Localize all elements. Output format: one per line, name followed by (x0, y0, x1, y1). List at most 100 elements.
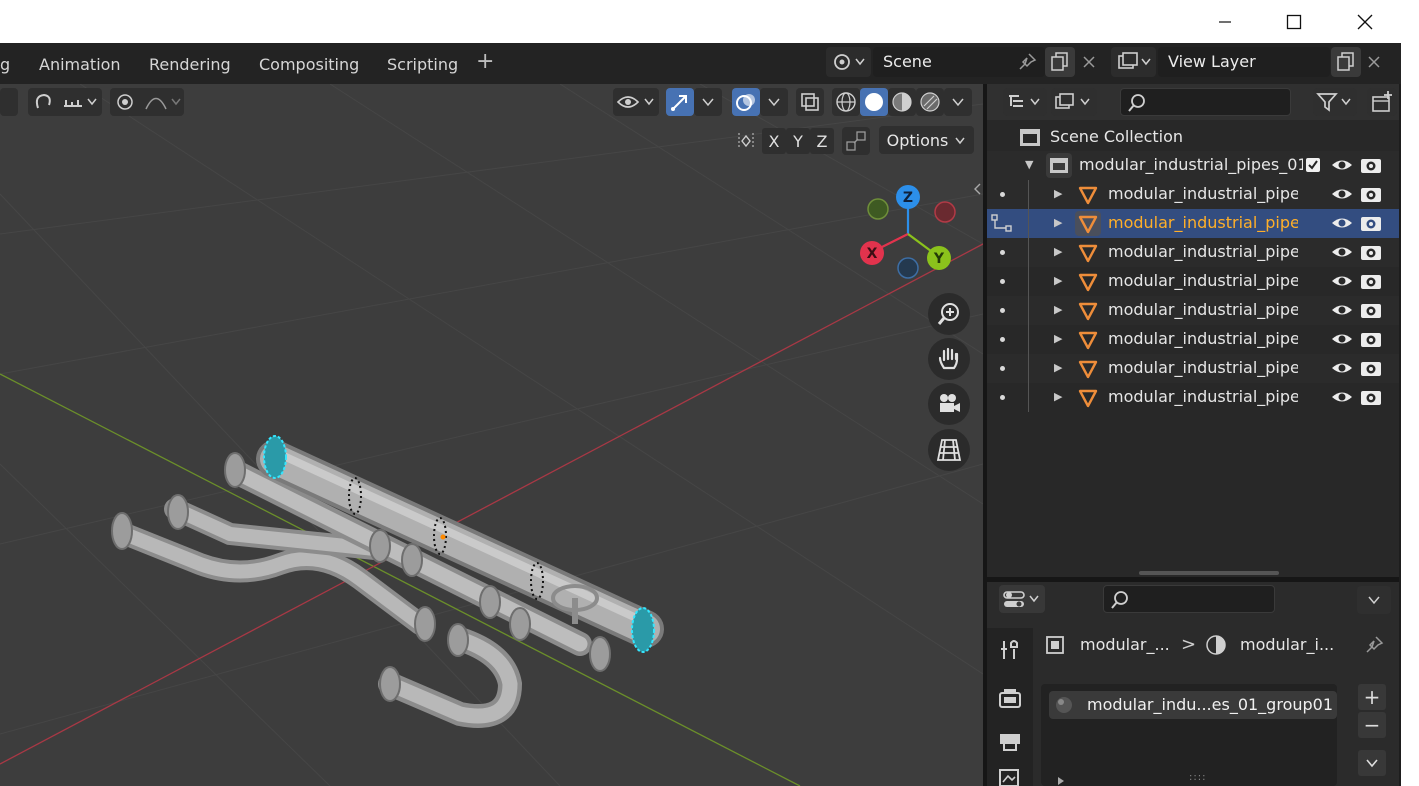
eye-icon[interactable] (1331, 156, 1353, 174)
outliner-object-row[interactable]: ▶ modular_industrial_pipes (987, 383, 1399, 412)
proportional-editing-toggle[interactable] (110, 88, 184, 116)
delete-scene-icon[interactable] (1082, 55, 1096, 69)
ortho-toggle-button[interactable] (928, 429, 970, 471)
eye-icon[interactable] (1331, 185, 1353, 203)
output-printer-icon[interactable] (998, 728, 1022, 752)
gizmo-dropdown[interactable] (694, 88, 722, 116)
display-mode-dropdown[interactable] (1003, 88, 1047, 116)
render-camera-icon[interactable] (1360, 214, 1382, 232)
pan-button[interactable] (928, 338, 970, 380)
filter-view-layer-dropdown[interactable] (1051, 88, 1097, 116)
shading-rendered[interactable] (916, 88, 944, 116)
render-icon[interactable] (998, 687, 1022, 711)
pin-icon[interactable] (1363, 634, 1385, 656)
outliner-object-row[interactable]: ▶ modular_industrial_pipes (987, 180, 1399, 209)
outliner-object-row[interactable]: ▶ modular_industrial_pipes (987, 238, 1399, 267)
outliner-object-row[interactable]: ▶ modular_industrial_pipes (987, 267, 1399, 296)
tab-layout-partial[interactable]: g (0, 55, 10, 74)
navigation-gizmo[interactable]: Z X Y (850, 179, 970, 279)
maximize-button[interactable] (1259, 0, 1329, 43)
outliner-object-row[interactable]: ▶ modular_industrial_pipes (987, 296, 1399, 325)
edit-mode-dot[interactable] (1000, 192, 1005, 197)
add-workspace-button[interactable]: + (476, 49, 494, 74)
new-collection-button[interactable] (1367, 88, 1397, 116)
snap-toggle[interactable] (28, 88, 102, 116)
tab-compositing[interactable]: Compositing (259, 55, 359, 74)
add-material-slot-button[interactable]: + (1358, 684, 1386, 710)
mirror-z-toggle[interactable]: Z (810, 128, 834, 154)
auto-merge-toggle[interactable] (842, 127, 870, 155)
pin-icon[interactable] (1016, 51, 1038, 73)
visibility-dropdown[interactable] (613, 88, 659, 116)
outliner-object-row[interactable]: ▶ modular_industrial_pipes (987, 354, 1399, 383)
expand-right-icon[interactable]: ▶ (1054, 390, 1062, 403)
zoom-button[interactable] (928, 293, 970, 335)
eye-icon[interactable] (1331, 359, 1353, 377)
overlays-toggle[interactable] (732, 88, 760, 116)
expand-right-icon[interactable]: ▶ (1054, 245, 1062, 258)
render-camera-icon[interactable] (1360, 330, 1382, 348)
gizmo-toggle[interactable] (666, 88, 694, 116)
render-camera-icon[interactable] (1360, 185, 1382, 203)
eye-icon[interactable] (1331, 301, 1353, 319)
remove-material-slot-button[interactable]: − (1358, 712, 1386, 738)
neg-z-axis-icon[interactable] (897, 257, 919, 279)
shading-dropdown[interactable] (944, 88, 972, 116)
editor-type-dropdown[interactable] (999, 585, 1045, 613)
expand-right-icon[interactable] (1056, 776, 1066, 786)
close-button[interactable] (1330, 0, 1400, 43)
render-camera-icon[interactable] (1360, 359, 1382, 377)
edit-mode-dot[interactable] (1000, 279, 1005, 284)
tab-animation[interactable]: Animation (39, 55, 121, 74)
outliner-object-row[interactable]: ▶ modular_industrial_pipes (987, 209, 1399, 238)
scene-collection-row[interactable]: Scene Collection (987, 123, 1399, 152)
expand-right-icon[interactable]: ▶ (1054, 187, 1062, 200)
edit-mode-dot[interactable] (1000, 308, 1005, 313)
properties-search-input[interactable] (1103, 585, 1275, 613)
edit-mode-dot[interactable] (1000, 250, 1005, 255)
tab-rendering[interactable]: Rendering (149, 55, 231, 74)
render-camera-icon[interactable] (1360, 272, 1382, 290)
xray-toggle[interactable] (796, 88, 824, 116)
delete-view-layer-icon[interactable] (1367, 55, 1381, 69)
render-camera-icon[interactable] (1360, 243, 1382, 261)
shading-material[interactable] (888, 88, 916, 116)
edit-mode-dot[interactable] (1000, 366, 1005, 371)
tool-wrench-icon[interactable] (998, 637, 1022, 661)
collection-row[interactable]: ▼ modular_industrial_pipes_01 (987, 151, 1399, 180)
eye-icon[interactable] (1331, 330, 1353, 348)
exclude-checkbox-icon[interactable] (1305, 157, 1321, 173)
properties-options-dropdown[interactable] (1357, 586, 1391, 614)
edit-mode-icon[interactable] (991, 214, 1013, 234)
material-slot-item[interactable]: modular_indu...es_01_group01 (1049, 691, 1337, 719)
shading-solid[interactable] (860, 88, 888, 116)
eye-icon[interactable] (1331, 214, 1353, 232)
tab-scripting[interactable]: Scripting (387, 55, 458, 74)
outliner-object-row[interactable]: ▶ modular_industrial_pipes (987, 325, 1399, 354)
neg-y-axis-icon[interactable] (867, 198, 889, 220)
expand-right-icon[interactable]: ▶ (1054, 361, 1062, 374)
pivot-point-dropdown[interactable] (0, 88, 18, 116)
3d-viewport[interactable]: X Y Z Options Z X Y (0, 84, 983, 786)
sidebar-collapse-icon[interactable] (972, 182, 982, 196)
expand-right-icon[interactable]: ▶ (1054, 216, 1062, 229)
outliner-scrollbar[interactable] (1139, 571, 1279, 575)
edit-mode-dot[interactable] (1000, 337, 1005, 342)
edit-mode-dot[interactable] (1000, 395, 1005, 400)
options-dropdown[interactable]: Options (879, 126, 974, 154)
view-layer-tab-icon[interactable] (998, 766, 1022, 786)
expand-right-icon[interactable]: ▶ (1054, 274, 1062, 287)
overlays-dropdown[interactable] (760, 88, 788, 116)
material-specials-dropdown[interactable] (1358, 750, 1386, 776)
expand-right-icon[interactable]: ▶ (1054, 332, 1062, 345)
render-camera-icon[interactable] (1360, 301, 1382, 319)
mirror-x-toggle[interactable]: X (762, 128, 786, 154)
eye-icon[interactable] (1331, 388, 1353, 406)
neg-x-axis-icon[interactable] (934, 201, 956, 223)
eye-icon[interactable] (1331, 243, 1353, 261)
filter-dropdown[interactable] (1313, 88, 1357, 116)
expand-down-icon[interactable]: ▼ (1025, 158, 1033, 171)
eye-icon[interactable] (1331, 272, 1353, 290)
shading-wireframe[interactable] (832, 88, 860, 116)
expand-right-icon[interactable]: ▶ (1054, 303, 1062, 316)
